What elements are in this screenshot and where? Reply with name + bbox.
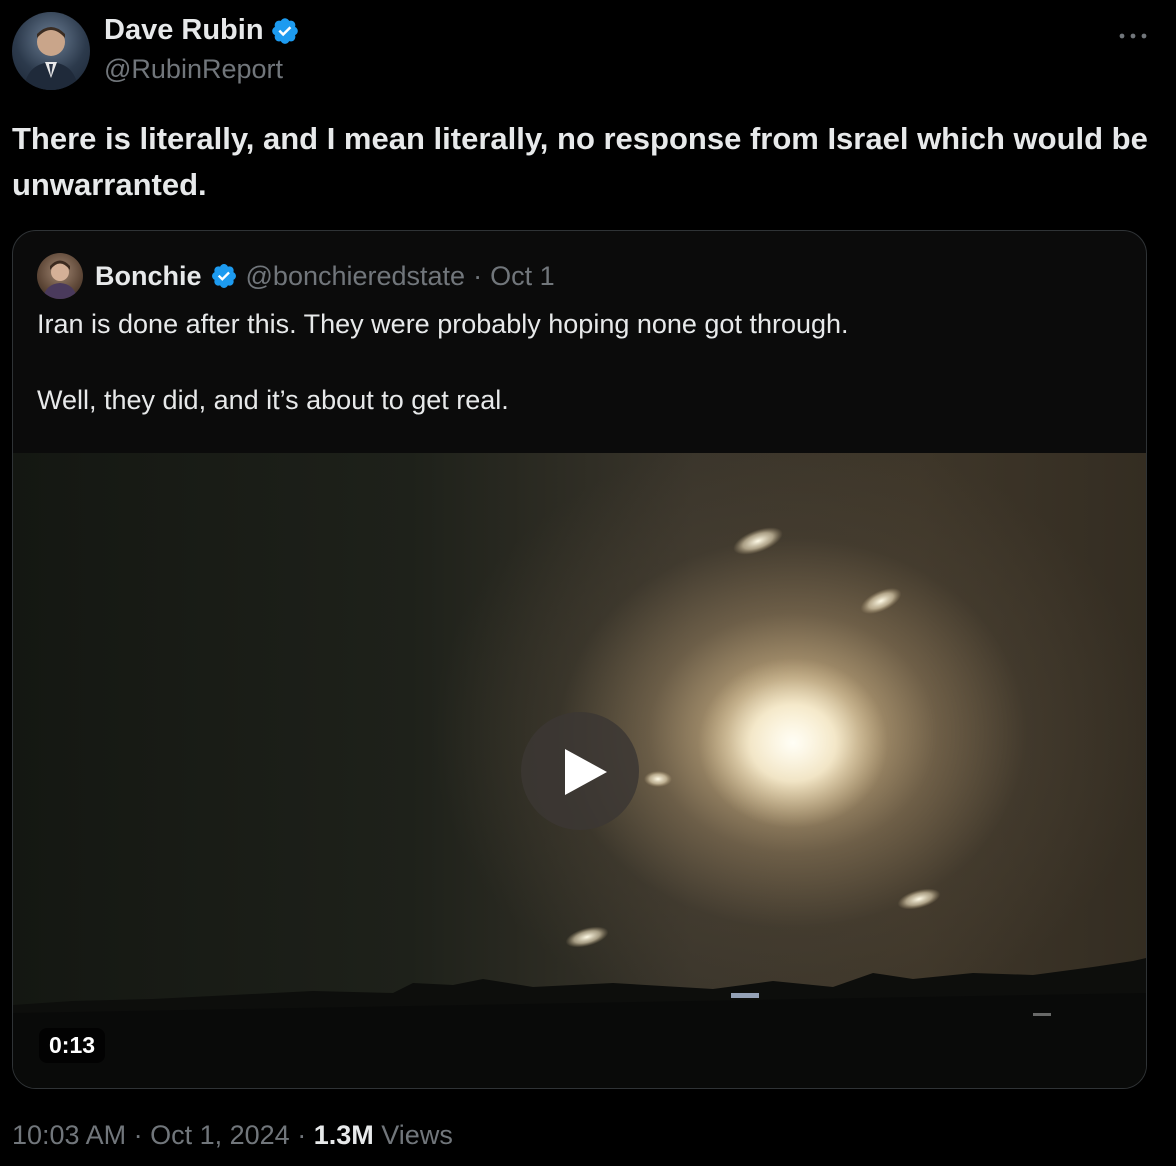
- quoted-display-name[interactable]: Bonchie: [95, 261, 202, 292]
- quoted-tweet[interactable]: Bonchie @bonchieredstate · Oct 1 Iran is…: [12, 230, 1147, 1089]
- verified-badge-icon: [270, 16, 300, 46]
- quoted-verified-badge-icon: [210, 262, 238, 290]
- author-avatar[interactable]: [12, 12, 90, 90]
- quoted-header: Bonchie @bonchieredstate · Oct 1: [37, 253, 555, 299]
- tweet-date[interactable]: Oct 1, 2024: [150, 1120, 290, 1150]
- video-duration-badge: 0:13: [39, 1028, 106, 1063]
- author-name-row: Dave Rubin: [104, 14, 300, 47]
- author-display-name[interactable]: Dave Rubin: [104, 14, 264, 47]
- quoted-separator: ·: [473, 260, 483, 291]
- tweet-meta: 10:03 AM · Oct 1, 2024 · 1.3M Views: [12, 1120, 453, 1151]
- play-icon: [565, 749, 607, 795]
- views-label: Views: [381, 1120, 453, 1150]
- quoted-text-line-2: Well, they did, and it’s about to get re…: [37, 385, 509, 415]
- quoted-author-avatar[interactable]: [37, 253, 83, 299]
- meta-separator: ·: [297, 1120, 307, 1150]
- more-horizontal-icon[interactable]: [1118, 20, 1148, 48]
- tweet-text: There is literally, and I mean literally…: [12, 121, 1148, 202]
- quoted-video[interactable]: 0:13: [13, 453, 1146, 1088]
- quoted-date[interactable]: Oct 1: [490, 261, 555, 292]
- quoted-handle[interactable]: @bonchieredstate: [246, 261, 466, 292]
- meta-separator: ·: [133, 1120, 143, 1150]
- author-handle[interactable]: @RubinReport: [104, 54, 283, 85]
- tweet: Dave Rubin @RubinReport There is literal…: [0, 0, 1176, 1166]
- play-button[interactable]: [521, 712, 639, 830]
- tweet-time[interactable]: 10:03 AM: [12, 1120, 126, 1150]
- views-count: 1.3M: [313, 1120, 374, 1150]
- quoted-text-line-1: Iran is done after this. They were proba…: [37, 309, 849, 339]
